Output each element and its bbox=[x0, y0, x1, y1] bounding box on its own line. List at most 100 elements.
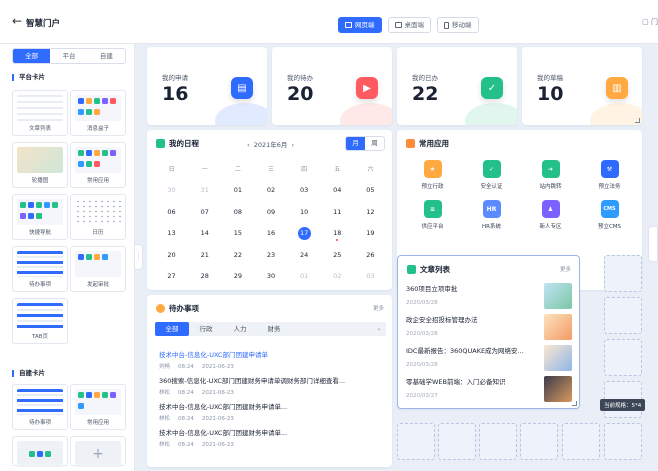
size-tooltip: 当前规格：5*4 bbox=[600, 399, 646, 411]
widget-card-custom-todo[interactable]: 待办事项 bbox=[12, 384, 68, 430]
day-cell[interactable]: 24 bbox=[288, 251, 321, 259]
mode-mobile-button[interactable]: 移动端 bbox=[437, 17, 479, 33]
day-cell[interactable]: 03 bbox=[288, 186, 321, 194]
todo-item[interactable]: 技术中台-信息化-UXC部门团建财务申请单... 林松 08:24 2021-06-… bbox=[159, 401, 384, 422]
day-cell[interactable]: 28 bbox=[188, 272, 221, 280]
app-item[interactable]: ✓ 安全认证 bbox=[462, 160, 521, 190]
widget-thumb bbox=[17, 389, 63, 415]
jump-icon: ➜ bbox=[541, 160, 560, 178]
widget-card-tab-page[interactable]: TAB页 bbox=[12, 298, 68, 344]
app-item[interactable]: ★ 预立行政 bbox=[403, 160, 462, 190]
stat-card-done[interactable]: 我的已办 22 ✓ bbox=[397, 47, 517, 125]
day-cell[interactable]: 25 bbox=[321, 251, 354, 259]
widget-card-message-box[interactable]: 消息盒子 bbox=[70, 90, 126, 136]
todo-tab-hr[interactable]: 人力 bbox=[223, 322, 257, 336]
day-cell[interactable]: 18 bbox=[321, 229, 354, 242]
day-cell[interactable]: 30 bbox=[155, 186, 188, 194]
back-arrow-icon[interactable]: ← bbox=[12, 14, 22, 28]
day-cell[interactable]: 08 bbox=[221, 208, 254, 216]
stat-card-pending[interactable]: 我的待办 20 ▶ bbox=[272, 47, 392, 125]
apps-grid: ★ 预立行政 ✓ 安全认证 ➜ 站内跳转 ⚒ 预立法务 ≡ 供应平台 HR HR系统 ♟ 新人… bbox=[403, 160, 639, 230]
day-cell[interactable]: 03 bbox=[354, 272, 387, 280]
widget-card-preview-a[interactable] bbox=[12, 436, 68, 467]
day-cell[interactable]: 21 bbox=[188, 251, 221, 259]
mode-desktop-button[interactable]: 桌面端 bbox=[387, 17, 431, 33]
resize-handle[interactable] bbox=[635, 118, 640, 123]
widget-card-approval[interactable]: 发起审批 bbox=[70, 246, 126, 292]
todo-item[interactable]: 技术中台-信息化-UXC部门团建财务申请单... 林松 08:24 2021-06-… bbox=[159, 427, 384, 448]
view-month-button[interactable]: 月 bbox=[346, 137, 365, 150]
todo-tab-finance[interactable]: 财务 bbox=[257, 322, 291, 336]
day-cell[interactable]: 15 bbox=[221, 229, 254, 237]
day-cell[interactable]: 11 bbox=[321, 208, 354, 216]
day-cell[interactable]: 04 bbox=[321, 186, 354, 194]
stat-card-applications[interactable]: 我的申请 16 ▤ bbox=[147, 47, 267, 125]
widget-card-calendar[interactable]: 日历 bbox=[70, 194, 126, 240]
day-cell-today[interactable]: 17 bbox=[288, 226, 321, 240]
day-cell[interactable]: 31 bbox=[188, 186, 221, 194]
day-cell[interactable]: 26 bbox=[354, 251, 387, 259]
month-switcher[interactable]: ‹ 2021年6月 › bbox=[247, 139, 294, 149]
collapse-left-panel-handle[interactable]: ⋮ bbox=[134, 244, 143, 270]
day-cell[interactable]: 02 bbox=[254, 186, 287, 194]
tab-all[interactable]: 全部 bbox=[13, 49, 51, 63]
article-item[interactable]: 360项目立项审批 2020/03/28 bbox=[406, 283, 572, 313]
app-item[interactable]: HR HR系统 bbox=[462, 200, 521, 230]
collapse-right-panel-handle[interactable] bbox=[648, 226, 658, 262]
widget-card-todo[interactable]: 待办事项 bbox=[12, 246, 68, 292]
top-right-menu[interactable]: ▢ 门 bbox=[642, 17, 658, 27]
add-custom-card-button[interactable]: + bbox=[70, 436, 126, 467]
app-item[interactable]: ⚒ 预立法务 bbox=[580, 160, 639, 190]
app-item[interactable]: CMS 预立CMS bbox=[580, 200, 639, 230]
resize-handle[interactable] bbox=[572, 401, 577, 406]
monitor-icon bbox=[345, 22, 352, 28]
app-item[interactable]: ➜ 站内跳转 bbox=[521, 160, 580, 190]
day-cell[interactable]: 01 bbox=[288, 272, 321, 280]
day-cell[interactable]: 23 bbox=[254, 251, 287, 259]
day-cell[interactable]: 05 bbox=[354, 186, 387, 194]
day-cell[interactable]: 09 bbox=[254, 208, 287, 216]
todo-item[interactable]: 360搜索-信息化-UXC部门团建财务申请单调财务部门详细查看... 林松 08:… bbox=[159, 375, 384, 396]
stat-card-drafts[interactable]: 我的草稿 10 ▥ bbox=[522, 47, 642, 125]
todo-tab-admin[interactable]: 行政 bbox=[189, 322, 223, 336]
gavel-icon: ⚒ bbox=[600, 160, 619, 178]
day-cell[interactable]: 06 bbox=[155, 208, 188, 216]
day-cell[interactable]: 13 bbox=[155, 229, 188, 237]
article-item[interactable]: 政企安全招投标管理办法 2020/03/28 bbox=[406, 314, 572, 344]
widget-card-common-apps[interactable]: 常用应用 bbox=[70, 142, 126, 188]
todo-more-link[interactable]: 更多 bbox=[373, 304, 384, 312]
todo-item[interactable]: 技术中台-信息化-UXC部门团建申请单 刘畅 08:24 2021-06-23 bbox=[159, 349, 384, 370]
widget-card-articles[interactable]: 文章列表 bbox=[12, 90, 68, 136]
day-cell[interactable]: 27 bbox=[155, 272, 188, 280]
day-cell[interactable]: 01 bbox=[221, 186, 254, 194]
widget-card-quick-nav[interactable]: 快捷导航 bbox=[12, 194, 68, 240]
week-row: 30 31 01 02 03 04 05 bbox=[155, 180, 387, 202]
day-cell[interactable]: 07 bbox=[188, 208, 221, 216]
mode-web-button[interactable]: 网页端 bbox=[338, 17, 382, 33]
article-list-card[interactable]: 文章列表 更多 360项目立项审批 2020/03/28 政企安全招投标管理办法… bbox=[397, 255, 580, 409]
day-cell[interactable]: 16 bbox=[254, 229, 287, 237]
day-cell[interactable]: 20 bbox=[155, 251, 188, 259]
app-item[interactable]: ≡ 供应平台 bbox=[403, 200, 462, 230]
day-cell[interactable]: 19 bbox=[354, 229, 387, 237]
article-item[interactable]: IDC最新报告：360QUAKE成为网络安... 2020/03/28 bbox=[406, 345, 572, 375]
article-item[interactable]: 零基础学WEB前端：入门必备知识 2020/03/27 bbox=[406, 376, 572, 406]
draft-icon: ▥ bbox=[606, 77, 628, 99]
app-item[interactable]: ♟ 新人专区 bbox=[521, 200, 580, 230]
day-cell[interactable]: 29 bbox=[221, 272, 254, 280]
articles-more-link[interactable]: 更多 bbox=[560, 265, 571, 273]
chevron-down-icon[interactable]: ⌄ bbox=[372, 322, 386, 336]
widget-card-carousel[interactable]: 轮播图 bbox=[12, 142, 68, 188]
day-cell[interactable]: 30 bbox=[254, 272, 287, 280]
todo-tab-all[interactable]: 全部 bbox=[155, 322, 189, 336]
tab-custom[interactable]: 自建 bbox=[88, 49, 125, 63]
day-cell[interactable]: 22 bbox=[221, 251, 254, 259]
view-week-button[interactable]: 周 bbox=[365, 137, 384, 150]
tab-platform[interactable]: 平台 bbox=[50, 49, 87, 63]
day-cell[interactable]: 10 bbox=[288, 208, 321, 216]
widget-card-custom-apps[interactable]: 常用应用 bbox=[70, 384, 126, 430]
day-cell[interactable]: 14 bbox=[188, 229, 221, 237]
weekday-row: 日一二三四五六 bbox=[168, 166, 374, 174]
day-cell[interactable]: 12 bbox=[354, 208, 387, 216]
day-cell[interactable]: 02 bbox=[321, 272, 354, 280]
